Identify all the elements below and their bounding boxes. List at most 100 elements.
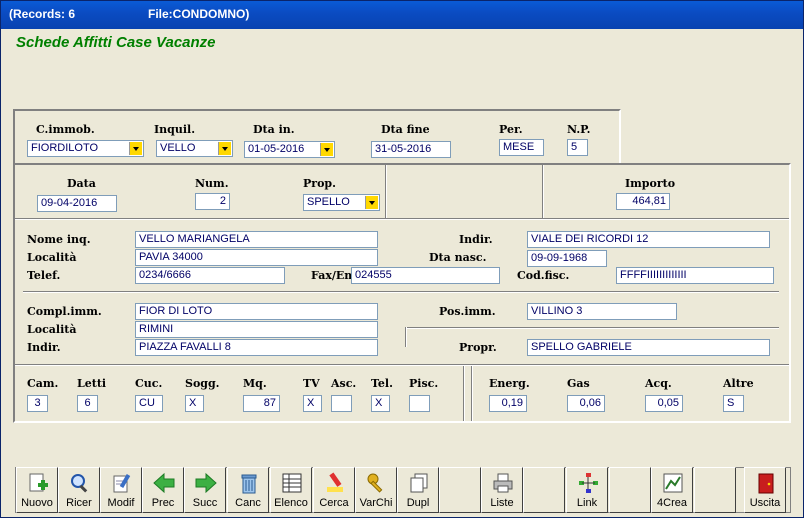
exit-door-icon xyxy=(758,473,774,494)
canc-button[interactable]: Canc xyxy=(227,467,269,513)
varchi-button[interactable]: VarChi xyxy=(355,467,397,513)
localita-imm-field[interactable]: RIMINI xyxy=(135,321,378,338)
arrow-right-icon xyxy=(195,472,217,494)
cam-label: Cam. xyxy=(27,377,59,390)
altre-field[interactable]: S xyxy=(723,395,744,412)
cimmob-select[interactable]: FIORDILOTO xyxy=(27,140,144,157)
asc-field[interactable] xyxy=(331,395,352,412)
prop-select[interactable]: SPELLO xyxy=(303,194,380,211)
modif-button[interactable]: Modif xyxy=(100,467,142,513)
letti-field[interactable]: 6 xyxy=(77,395,98,412)
file-name: File:CONDOMNO) xyxy=(148,7,250,21)
cerca-button[interactable]: Cerca xyxy=(313,467,355,513)
compl-imm-field[interactable]: FIOR DI LOTO xyxy=(135,303,378,320)
per-label: Per. xyxy=(499,123,523,136)
link-button[interactable]: Link xyxy=(566,467,608,513)
divider xyxy=(23,291,779,293)
dupl-button[interactable]: Dupl xyxy=(397,467,439,513)
dta-fine-field[interactable]: 31-05-2016 xyxy=(371,141,451,158)
localita-inq-field[interactable]: PAVIA 34000 xyxy=(135,249,378,266)
dta-in-select[interactable]: 01-05-2016 xyxy=(244,141,335,158)
empty-button-slot[interactable] xyxy=(609,467,651,513)
np-field[interactable]: 5 xyxy=(567,139,588,156)
chevron-down-icon[interactable] xyxy=(218,142,231,155)
title-bar: (Records: 6 File:CONDOMNO) xyxy=(1,1,803,29)
sogg-label: Sogg. xyxy=(185,377,220,390)
nome-inq-field[interactable]: VELLO MARIANGELA xyxy=(135,231,378,248)
elenco-button[interactable]: Elenco xyxy=(270,467,312,513)
tv-field[interactable]: X xyxy=(303,395,322,412)
telef-field[interactable]: 0234/6666 xyxy=(135,267,285,284)
divider xyxy=(15,364,789,366)
localita-inq-label: Località xyxy=(27,251,77,264)
inquil-select[interactable]: VELLO xyxy=(156,140,233,157)
mq-field[interactable]: 87 xyxy=(243,395,280,412)
cimmob-label: C.immob. xyxy=(36,123,95,136)
asc-label: Asc. xyxy=(331,377,357,390)
localita-imm-label: Località xyxy=(27,323,77,336)
pisc-label: Pisc. xyxy=(409,377,439,390)
dta-in-label: Dta in. xyxy=(253,123,295,136)
divider xyxy=(542,165,544,219)
indir-imm-field[interactable]: PIAZZA FAVALLI 8 xyxy=(135,339,378,356)
records-count: (Records: 6 xyxy=(9,7,76,21)
altre-label: Altre xyxy=(723,377,754,390)
tel-field[interactable]: X xyxy=(371,395,390,412)
prec-button[interactable]: Prec xyxy=(142,467,184,513)
empty-button-slot[interactable] xyxy=(439,467,481,513)
cuc-field[interactable]: CU xyxy=(135,395,163,412)
acq-field[interactable]: 0,05 xyxy=(645,395,683,412)
uscita-button[interactable]: Uscita xyxy=(744,467,786,513)
crea4-button[interactable]: 4Crea xyxy=(651,467,693,513)
data-label: Data xyxy=(67,177,96,190)
indir-inq-field[interactable]: VIALE DEI RICORDI 12 xyxy=(527,231,770,248)
trash-icon xyxy=(241,474,257,494)
key-icon xyxy=(367,473,383,493)
app-window: (Records: 6 File:CONDOMNO) Schede Affitt… xyxy=(0,0,804,518)
propr-label: Propr. xyxy=(459,341,497,354)
chevron-down-icon[interactable] xyxy=(365,196,378,209)
inquil-label: Inquil. xyxy=(154,123,196,136)
cam-field[interactable]: 3 xyxy=(27,395,48,412)
nuovo-button[interactable]: Nuovo xyxy=(16,467,58,513)
arrow-left-icon xyxy=(153,472,175,494)
empty-button-slot[interactable] xyxy=(694,467,736,513)
energ-label: Energ. xyxy=(489,377,530,390)
divider xyxy=(463,366,465,421)
divider xyxy=(471,366,473,421)
codfisc-field[interactable]: FFFFIIIIIIIIIIIII xyxy=(616,267,774,284)
importo-field[interactable]: 464,81 xyxy=(616,193,670,210)
pisc-field[interactable] xyxy=(409,395,430,412)
acq-label: Acq. xyxy=(645,377,672,390)
dta-nasc-label: Dta nasc. xyxy=(429,251,487,264)
form-panel xyxy=(13,163,791,423)
propr-field[interactable]: SPELLO GABRIELE xyxy=(527,339,770,356)
energ-field[interactable]: 0,19 xyxy=(489,395,527,412)
magnifier-icon xyxy=(71,474,88,493)
liste-button[interactable]: Liste xyxy=(481,467,523,513)
divider xyxy=(15,218,789,220)
chevron-down-icon[interactable] xyxy=(129,142,142,155)
dta-nasc-field[interactable]: 09-09-1968 xyxy=(527,250,607,267)
sogg-field[interactable]: X xyxy=(185,395,204,412)
ricer-button[interactable]: Ricer xyxy=(58,467,100,513)
fax-label: Fax/Em xyxy=(311,269,356,282)
importo-label: Importo xyxy=(625,177,676,190)
per-field[interactable]: MESE xyxy=(499,139,544,156)
highlighter-icon xyxy=(327,472,343,492)
np-label: N.P. xyxy=(567,123,591,136)
pos-imm-field[interactable]: VILLINO 3 xyxy=(527,303,677,320)
printer-icon xyxy=(493,473,513,493)
gas-field[interactable]: 0,06 xyxy=(567,395,605,412)
num-field[interactable]: 2 xyxy=(195,193,230,210)
prop-label: Prop. xyxy=(303,177,336,190)
page-title: Schede Affitti Case Vacanze xyxy=(16,34,216,51)
pos-imm-label: Pos.imm. xyxy=(439,305,496,318)
fax-field[interactable]: 024555 xyxy=(351,267,500,284)
empty-button-slot[interactable] xyxy=(523,467,565,513)
succ-button[interactable]: Succ xyxy=(184,467,226,513)
edit-document-icon xyxy=(113,473,131,493)
chevron-down-icon[interactable] xyxy=(320,143,333,156)
divider xyxy=(405,327,407,347)
data-field[interactable]: 09-04-2016 xyxy=(37,195,117,212)
